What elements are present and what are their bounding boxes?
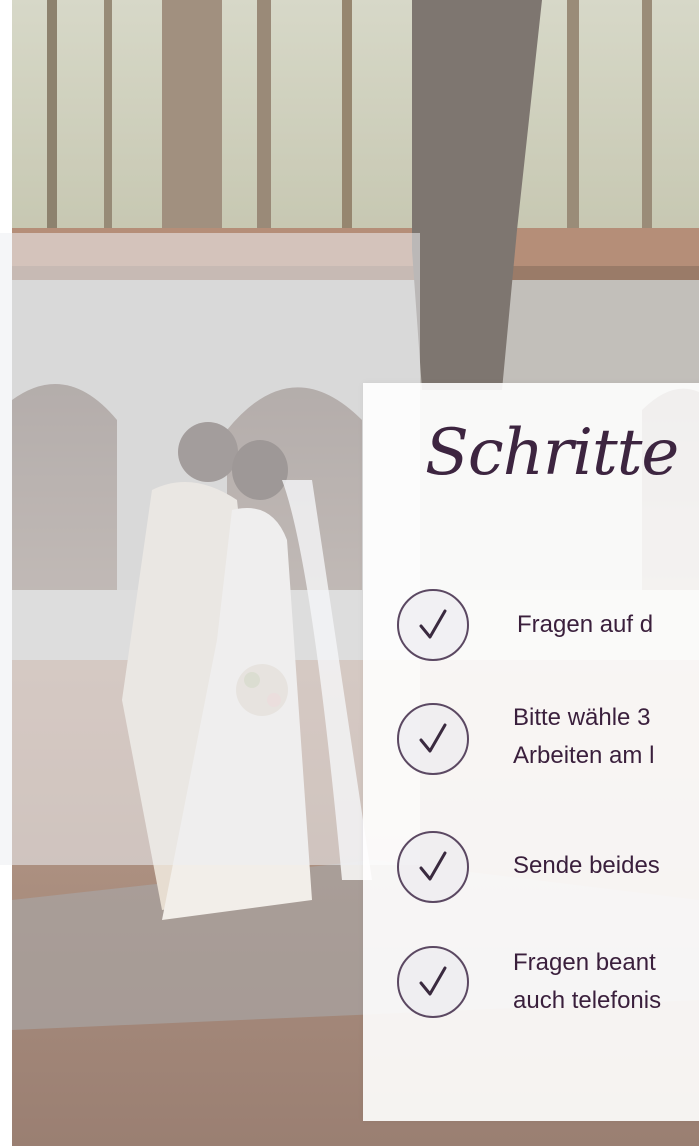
step-text-line: Arbeiten am l	[513, 742, 655, 769]
step-text-line: auch telefonis	[513, 987, 662, 1014]
step-text-line: Fragen beant	[513, 949, 656, 976]
page: Schritte Fragen auf d Bitte wähle 3 Arbe…	[0, 0, 699, 1146]
check-circle-icon	[397, 831, 469, 903]
card-title: Schritte	[425, 416, 679, 490]
check-circle-icon	[397, 703, 469, 775]
check-circle-icon	[397, 946, 469, 1018]
steps-card: Schritte Fragen auf d Bitte wähle 3 Arbe…	[363, 383, 699, 1121]
step-item-4: Fragen beant auch telefonis	[397, 946, 699, 1036]
step-text-line: Sende beides	[513, 852, 660, 879]
step-item-2: Bitte wähle 3 Arbeiten am l	[397, 703, 699, 793]
step-item-1: Fragen auf d	[397, 589, 699, 669]
side-overlay-panel	[0, 233, 420, 865]
step-item-3: Sende beides	[397, 831, 699, 911]
step-text-line: Fragen auf d	[517, 611, 654, 638]
check-circle-icon	[397, 589, 469, 661]
step-text-line: Bitte wähle 3	[513, 704, 651, 731]
